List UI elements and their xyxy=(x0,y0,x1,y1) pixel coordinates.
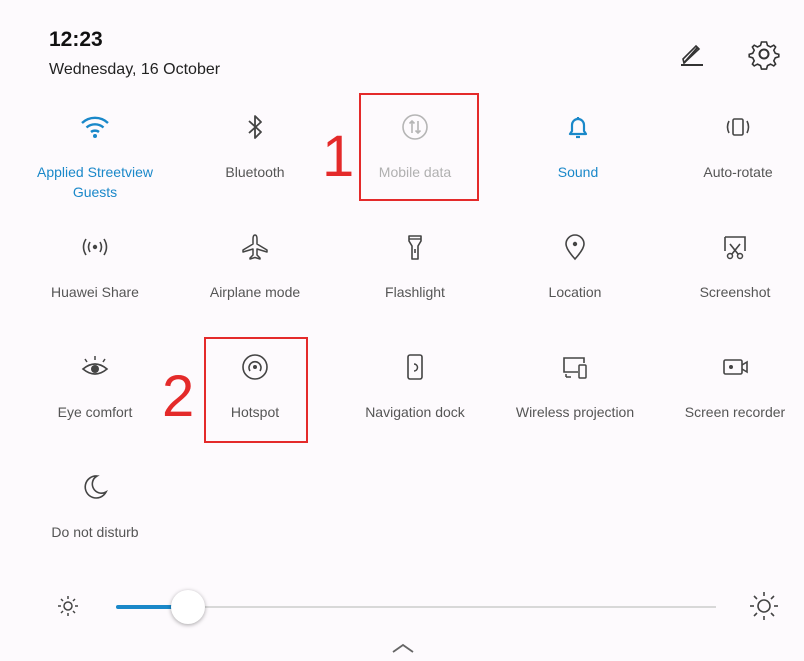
screen-recorder-icon xyxy=(718,350,752,384)
tile-wireless-projection[interactable]: Wireless projection xyxy=(495,340,655,450)
tile-screenshot[interactable]: Screenshot xyxy=(655,220,804,330)
tile-label-huawei-share: Huawei Share xyxy=(51,284,139,300)
airplane-icon xyxy=(238,230,272,264)
tile-do-not-disturb[interactable]: Do not disturb xyxy=(15,460,175,570)
tile-label-location: Location xyxy=(548,284,602,300)
tile-label-bluetooth: Bluetooth xyxy=(225,164,285,180)
annotation-number-2: 2 xyxy=(162,364,195,429)
tile-label-wifi: Applied Streetview Guests xyxy=(37,164,153,200)
tile-label-flashlight: Flashlight xyxy=(385,284,445,300)
tile-airplane-mode[interactable]: Airplane mode xyxy=(175,220,335,330)
tile-screen-recorder[interactable]: Screen recorder xyxy=(655,340,804,450)
bell-icon xyxy=(561,110,595,144)
brightness-control xyxy=(0,580,804,640)
tile-label-eye-comfort: Eye comfort xyxy=(57,404,133,420)
tile-huawei-share[interactable]: Huawei Share xyxy=(15,220,175,330)
bluetooth-icon xyxy=(238,110,272,144)
tile-auto-rotate[interactable]: Auto-rotate xyxy=(658,100,804,210)
flashlight-icon xyxy=(398,230,432,264)
moon-icon xyxy=(78,470,112,504)
tile-label-do-not-disturb: Do not disturb xyxy=(51,524,139,540)
huawei-share-icon xyxy=(78,230,112,264)
wireless-projection-icon xyxy=(558,350,592,384)
brightness-knob[interactable] xyxy=(171,590,205,624)
status-header: 12:23 Wednesday, 16 October xyxy=(0,0,804,100)
auto-rotate-icon xyxy=(721,110,755,144)
clock-time: 12:23 xyxy=(49,28,103,51)
tile-label-sound: Sound xyxy=(557,164,599,180)
gear-icon[interactable] xyxy=(748,38,780,70)
location-pin-icon xyxy=(558,230,592,264)
annotation-box-hotspot xyxy=(204,337,308,443)
chevron-up-icon[interactable] xyxy=(390,640,416,656)
edit-pencil-icon[interactable] xyxy=(676,38,708,70)
tile-bluetooth[interactable]: Bluetooth xyxy=(175,100,335,210)
tile-label-screenshot: Screenshot xyxy=(699,284,771,300)
wifi-icon xyxy=(78,110,112,144)
tile-eye-comfort[interactable]: Eye comfort xyxy=(15,340,175,450)
tile-label-airplane-mode: Airplane mode xyxy=(209,284,301,300)
eye-icon xyxy=(78,350,112,384)
tile-label-navigation-dock: Navigation dock xyxy=(365,404,465,420)
tile-location[interactable]: Location xyxy=(495,220,655,330)
navigation-dock-icon xyxy=(398,350,432,384)
tile-label-screen-recorder: Screen recorder xyxy=(684,404,786,420)
tile-label-wireless-projection: Wireless projection xyxy=(515,404,635,420)
tile-label-auto-rotate: Auto-rotate xyxy=(703,164,773,180)
sun-small-icon xyxy=(56,594,80,618)
tile-wifi[interactable]: Applied Streetview Guests xyxy=(15,100,175,210)
screenshot-icon xyxy=(718,230,752,264)
sun-large-icon xyxy=(748,590,780,622)
tile-flashlight[interactable]: Flashlight xyxy=(335,220,495,330)
brightness-slider[interactable] xyxy=(116,590,716,624)
annotation-number-1: 1 xyxy=(322,124,355,189)
tile-sound[interactable]: Sound xyxy=(498,100,658,210)
annotation-box-mobile-data xyxy=(359,93,479,201)
date-label: Wednesday, 16 October xyxy=(49,61,221,78)
tile-navigation-dock[interactable]: Navigation dock xyxy=(335,340,495,450)
